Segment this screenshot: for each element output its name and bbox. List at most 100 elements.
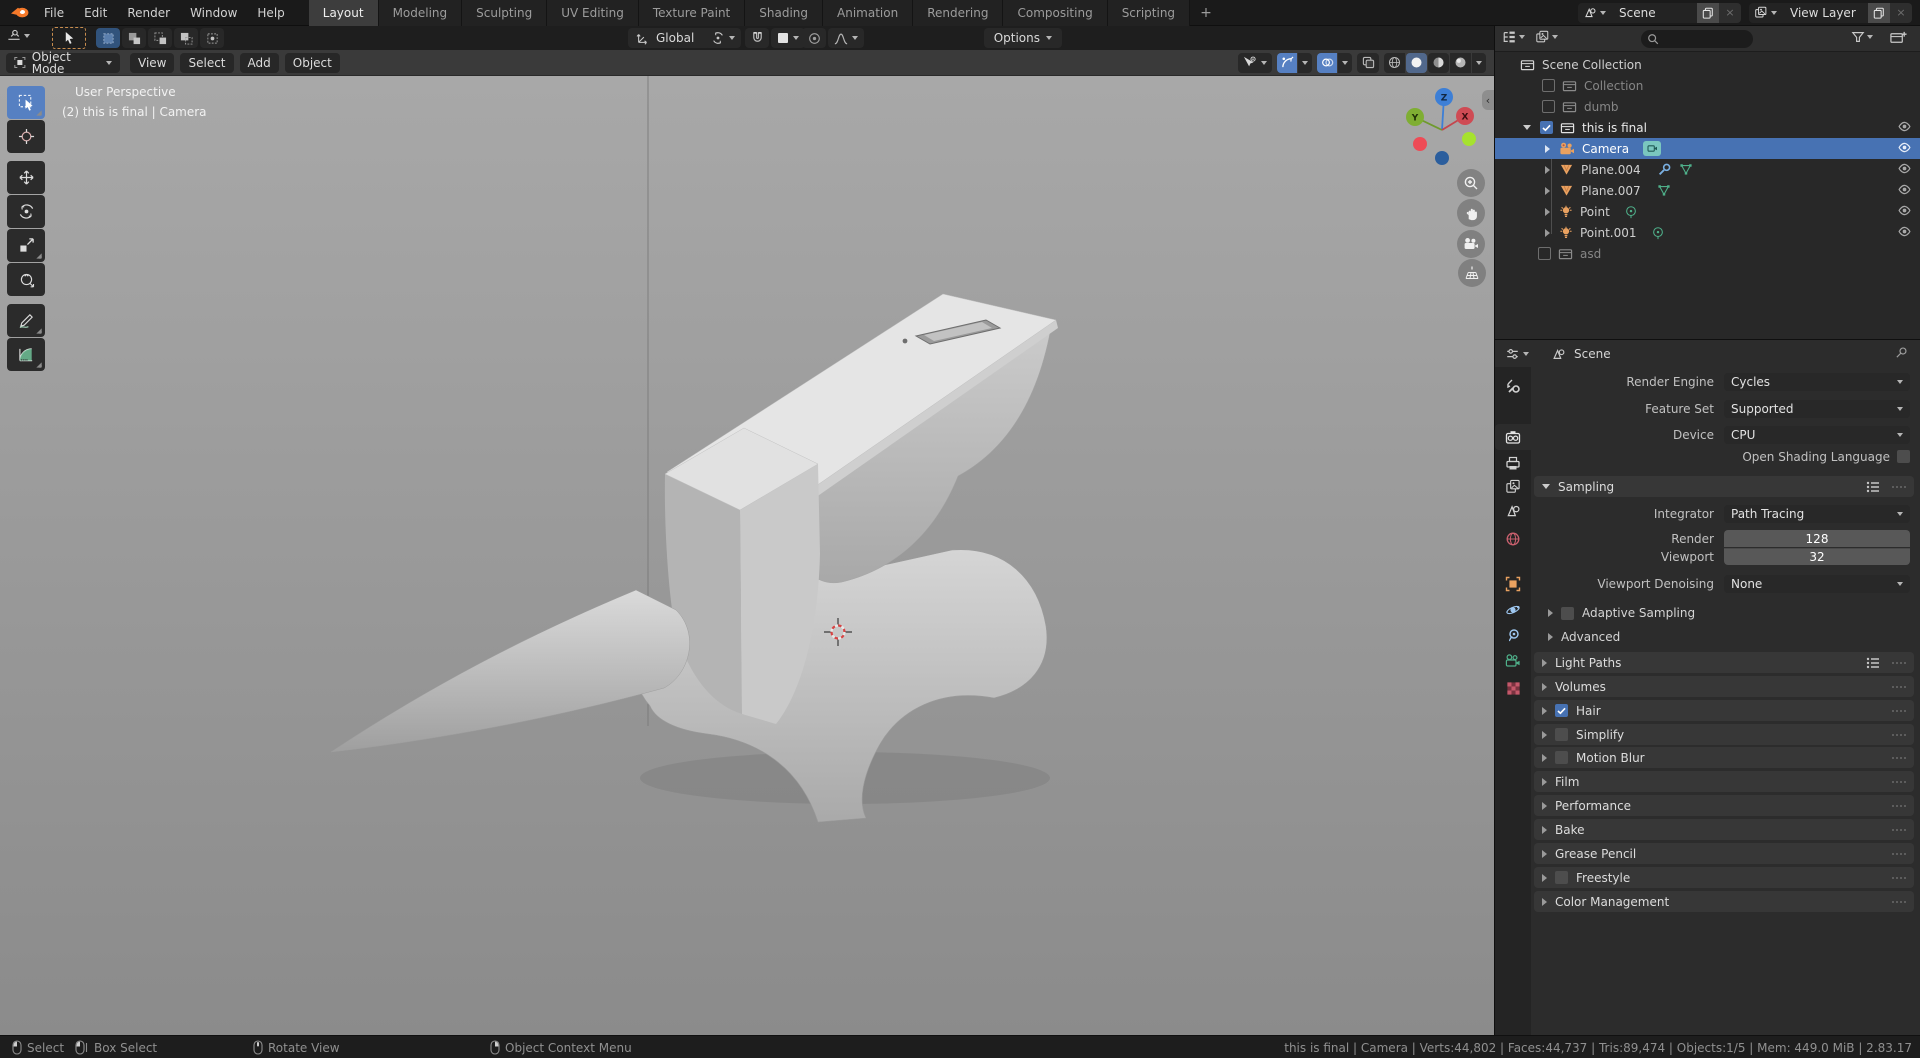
gizmo-axis-y-neg[interactable]	[1462, 132, 1476, 146]
active-tool-button[interactable]	[52, 27, 86, 49]
hide-toggle[interactable]	[1897, 120, 1912, 135]
tool-annotate[interactable]	[7, 304, 45, 337]
new-view-layer-button[interactable]	[1868, 2, 1890, 23]
panel-grip-icon[interactable]	[1892, 685, 1906, 688]
proportional-falloff-dropdown[interactable]	[828, 28, 864, 48]
integrator-dropdown[interactable]: Path Tracing	[1724, 505, 1910, 523]
workspace-tab-rendering[interactable]: Rendering	[913, 0, 1004, 26]
tab-view-layer[interactable]	[1495, 473, 1531, 499]
panel-grip-icon[interactable]	[1892, 756, 1906, 759]
hide-toggle[interactable]	[1897, 183, 1912, 198]
shading-material-button[interactable]	[1428, 52, 1449, 73]
motion-blur-checkbox[interactable]	[1555, 751, 1568, 764]
subpanel-advanced[interactable]: Advanced	[1548, 628, 1620, 646]
tab-object[interactable]	[1495, 571, 1531, 597]
outliner-row-plane007[interactable]: Plane.007	[1495, 180, 1920, 201]
panel-grip-icon[interactable]	[1892, 828, 1906, 831]
pin-button[interactable]	[1895, 346, 1908, 361]
outliner-row-point001[interactable]: Point.001	[1495, 222, 1920, 243]
panel-grip-icon[interactable]	[1892, 900, 1906, 903]
outliner-row-camera[interactable]: Camera	[1495, 138, 1920, 159]
scene-name[interactable]: Scene	[1611, 7, 1697, 19]
select-mode-subtract[interactable]	[148, 28, 172, 48]
menu-window[interactable]: Window	[180, 0, 247, 26]
tab-object-data[interactable]	[1495, 648, 1531, 674]
osl-checkbox[interactable]	[1897, 450, 1910, 463]
properties-editor-type-button[interactable]	[1505, 347, 1529, 361]
freestyle-checkbox[interactable]	[1555, 871, 1568, 884]
outliner-row-dumb[interactable]: dumb	[1495, 96, 1920, 117]
panel-sampling[interactable]: Sampling	[1534, 476, 1914, 497]
tab-scene[interactable]	[1495, 497, 1531, 523]
viewport-3d[interactable]: User Perspective (2) this is final | Cam…	[0, 76, 1494, 1035]
object-menu[interactable]: Object	[284, 52, 340, 73]
collection-exclude-checkbox[interactable]	[1538, 247, 1551, 260]
object-visibility-dropdown[interactable]	[1238, 52, 1272, 73]
snap-settings-dropdown[interactable]	[771, 28, 805, 48]
snap-toggle[interactable]	[745, 28, 769, 48]
proportional-edit-toggle[interactable]	[802, 28, 826, 48]
collection-exclude-checkbox[interactable]	[1540, 121, 1553, 134]
expand-arrow-icon[interactable]	[1523, 125, 1531, 130]
render-engine-dropdown[interactable]: Cycles	[1724, 373, 1910, 391]
navigation-gizmo[interactable]: Z Y X	[1398, 84, 1494, 176]
workspace-tab-uv-editing[interactable]: UV Editing	[547, 0, 639, 26]
overlays-dropdown[interactable]	[1338, 52, 1352, 73]
hair-checkbox[interactable]	[1555, 704, 1568, 717]
new-collection-button[interactable]	[1889, 29, 1908, 49]
region-collapse-handle[interactable]: ‹	[1482, 90, 1494, 110]
add-workspace-button[interactable]: +	[1190, 0, 1222, 26]
outliner-row-asd[interactable]: asd	[1495, 243, 1920, 264]
panel-grease-pencil[interactable]: Grease Pencil	[1534, 843, 1914, 864]
add-menu[interactable]: Add	[239, 52, 279, 73]
panel-performance[interactable]: Performance	[1534, 795, 1914, 816]
outliner-row-point[interactable]: Point	[1495, 201, 1920, 222]
blender-logo-icon[interactable]	[10, 4, 30, 22]
tab-render[interactable]	[1495, 424, 1531, 450]
tab-texture[interactable]	[1495, 675, 1531, 701]
editor-type-button[interactable]	[6, 28, 30, 43]
zoom-button[interactable]	[1457, 169, 1485, 197]
menu-file[interactable]: File	[34, 0, 74, 26]
panel-freestyle[interactable]: Freestyle	[1534, 867, 1914, 888]
tool-select-box[interactable]	[7, 86, 45, 119]
tool-scale[interactable]	[7, 229, 45, 262]
outliner-row-this-is-final[interactable]: this is final	[1495, 117, 1920, 138]
collection-exclude-checkbox[interactable]	[1542, 79, 1555, 92]
shading-dropdown[interactable]	[1472, 52, 1486, 73]
view-menu[interactable]: View	[130, 52, 175, 73]
shading-solid-button[interactable]	[1406, 52, 1427, 73]
camera-view-button[interactable]	[1457, 230, 1485, 258]
shading-wireframe-button[interactable]	[1384, 52, 1405, 73]
panel-film[interactable]: Film	[1534, 771, 1914, 792]
panel-simplify[interactable]: Simplify	[1534, 724, 1914, 745]
scene-browse-button[interactable]	[1578, 6, 1611, 19]
subpanel-adaptive-sampling[interactable]: Adaptive Sampling	[1548, 604, 1695, 622]
anvil-model[interactable]	[330, 293, 1058, 823]
menu-edit[interactable]: Edit	[74, 0, 117, 26]
outliner-row-collection[interactable]: Collection	[1495, 75, 1920, 96]
expand-arrow-icon[interactable]	[1545, 186, 1550, 195]
gizmo-axis-z-neg[interactable]	[1435, 151, 1449, 165]
workspace-tab-animation[interactable]: Animation	[823, 0, 914, 26]
tab-tool[interactable]	[1495, 373, 1531, 399]
select-mode-intersect[interactable]	[200, 28, 224, 48]
menu-help[interactable]: Help	[247, 0, 294, 26]
panel-color-management[interactable]: Color Management	[1534, 891, 1914, 912]
search-input[interactable]	[1663, 32, 1747, 46]
expand-arrow-icon[interactable]	[1545, 207, 1550, 216]
tab-constraints[interactable]	[1495, 622, 1531, 648]
hide-toggle[interactable]	[1897, 162, 1912, 177]
panel-grip-icon[interactable]	[1892, 709, 1906, 712]
panel-motion-blur[interactable]: Motion Blur	[1534, 747, 1914, 768]
select-mode-extend[interactable]	[122, 28, 146, 48]
pan-button[interactable]	[1457, 199, 1485, 227]
outliner-row-scene-collection[interactable]: Scene Collection	[1495, 54, 1920, 75]
feature-set-dropdown[interactable]: Supported	[1724, 400, 1910, 418]
expand-arrow-icon[interactable]	[1545, 165, 1550, 174]
tool-move[interactable]	[7, 161, 45, 194]
expand-arrow-icon[interactable]	[1545, 144, 1550, 153]
outliner-display-mode-dropdown[interactable]	[1535, 30, 1558, 44]
tab-physics[interactable]	[1495, 597, 1531, 623]
preset-menu-button[interactable]	[1866, 481, 1880, 493]
